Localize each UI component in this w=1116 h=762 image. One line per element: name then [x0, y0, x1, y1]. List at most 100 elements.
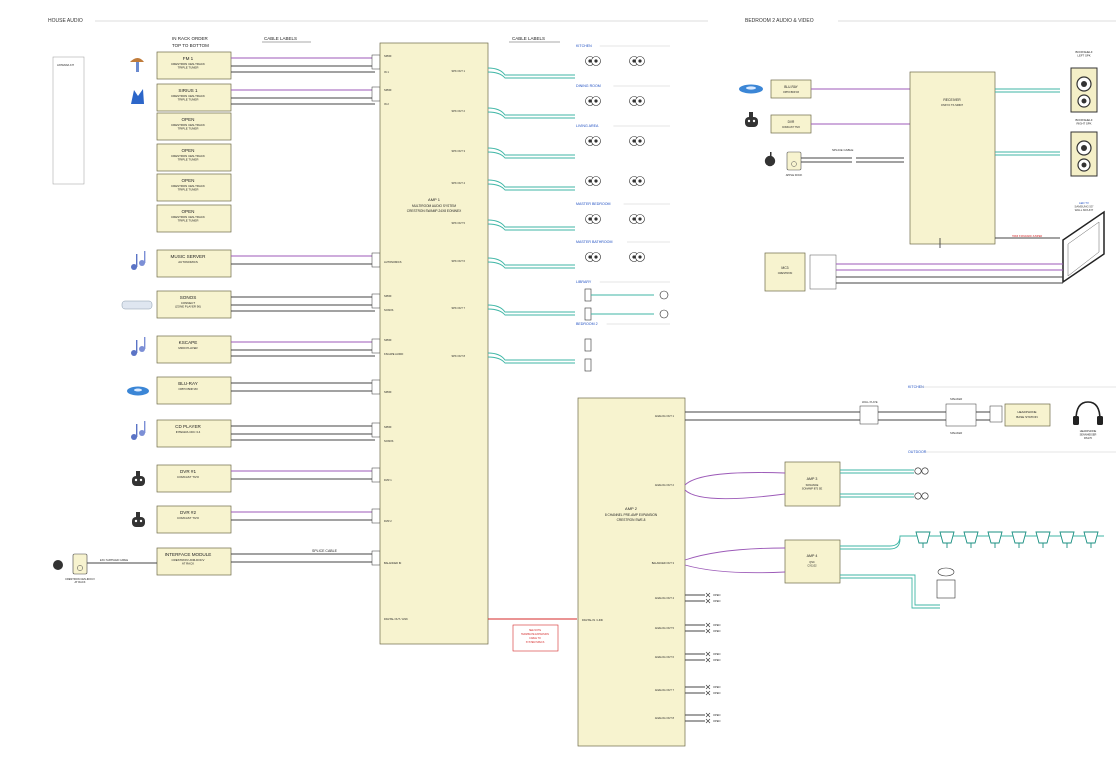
landscape-speaker-icon — [1059, 531, 1075, 548]
amp1-output-label: SPK OUT 3 — [451, 149, 465, 153]
source-open[interactable]: OPENCRESTRON CEN-TRACK TRIPLE TUNER — [156, 143, 232, 172]
open-port-label: OPEN — [713, 599, 720, 603]
source-dvr-1[interactable]: DVR #1COMCAST TIVO — [132, 464, 381, 493]
source-open[interactable]: OPENCRESTRON CEN-TRACK TRIPLE TUNER — [156, 112, 232, 141]
ceiling-speaker-icon — [585, 176, 601, 186]
source-open[interactable]: OPENCRESTRON CEN-TRACK TRIPLE TUNER — [156, 173, 232, 202]
open-port-label: OPEN — [713, 685, 720, 689]
ceiling-speaker-icon — [585, 96, 601, 106]
rack-order-line1: IN RACK ORDER — [172, 36, 209, 41]
amp2-port-label: ANALOG OUT 2 — [655, 483, 675, 487]
open-port-label: OPEN — [713, 713, 720, 717]
amp1-output-label: SPK OUT 5 — [451, 221, 465, 225]
source-subtitle: M300 PLAYER — [178, 346, 197, 350]
amp1-output-label: SPK OUT 2 — [451, 109, 465, 113]
amp2-sub-line2: CRESTRON SWE-8 — [617, 518, 646, 522]
ceiling-speaker-icon — [629, 136, 645, 146]
led-tv-icon — [1062, 210, 1105, 284]
antenna-kit-panel — [52, 56, 85, 185]
mc3-sub: CRESTRON — [778, 271, 793, 275]
open-port-label: OPEN — [713, 623, 720, 627]
ceiling-speaker-icon — [629, 214, 645, 224]
amp2-port-label: ANALOG OUT 7 — [655, 688, 675, 692]
zone-label: LIVING AREA — [576, 124, 599, 128]
ceiling-speaker-icon — [585, 214, 601, 224]
source-dvr-2[interactable]: DVR #2COMCAST TIVO — [132, 505, 381, 534]
antenna-icon — [130, 58, 144, 72]
apple-dock-device[interactable] — [786, 151, 802, 171]
tivo-icon — [745, 112, 758, 127]
source-kscape[interactable]: KSCAPEM300 PLAYER — [131, 335, 381, 364]
open-port-label: OPEN — [713, 652, 720, 656]
source-subtitle: COMCAST TIVO — [177, 516, 200, 520]
zone-label: DINING ROOM — [576, 84, 601, 88]
ceiling-speaker-icon — [629, 96, 645, 106]
speaker-pad-device — [945, 403, 977, 427]
wall-plate-icon — [584, 338, 592, 352]
source-open[interactable]: OPENCRESTRON CEN-TRACK TRIPLE TUNER — [156, 204, 232, 233]
source-title: SIRIUS 1 — [178, 88, 198, 93]
zone-label: MASTER BEDROOM — [576, 202, 611, 206]
amp1-box[interactable] — [379, 42, 489, 645]
bookshelf-right-speaker-icon — [1070, 131, 1098, 177]
cable-labels-header-2: CABLE LABELS — [512, 36, 545, 41]
zone-kitchen: KITCHEN — [487, 44, 670, 79]
source-fm-1[interactable]: FM 1CRESTRON CEN-TRACK TRIPLE TUNER — [130, 51, 381, 80]
amp4-title: AMP 4 — [807, 554, 818, 558]
outdoor-sub-icon — [937, 567, 955, 577]
ipod-dock[interactable]: CRESTRON CEN-IDOCV AT RACK EXC SUPPLIED CA… — [53, 553, 157, 584]
source-stack: FM 1CRESTRON CEN-TRACK TRIPLE TUNER SIRIUS… — [53, 51, 381, 584]
landscape-speaker-icon — [1083, 531, 1099, 548]
source-title: SONOS — [180, 295, 197, 300]
amp2-port-label: ANALOG OUT 5 — [655, 626, 675, 630]
bedroom-bluray-title: BLU-RAY — [784, 85, 798, 89]
zone-master-bathroom: MASTER BATHROOM — [487, 240, 670, 269]
source-sonos[interactable]: SONOSCONNECT (ZONE PLAYER 90) — [121, 290, 381, 319]
bedroom-bluray-box[interactable] — [770, 79, 812, 99]
source-subtitle: INTEGRA CDC 3.4 — [176, 430, 201, 434]
amp1-input-label: SPDIF — [384, 390, 392, 394]
amp1-input-label: KSCAPE AUDIO — [384, 352, 403, 356]
source-interface-module[interactable]: INTERFACE MODULECRESTRON UDM-DOCV AT RACK — [156, 547, 381, 576]
source-sirius-1[interactable]: SIRIUS 1CRESTRON CEN-TRACK TRIPLE TUNER — [131, 83, 381, 112]
zone-label: BEDROOM 2 — [576, 322, 598, 326]
amp1-title: AMP 1 — [428, 197, 441, 202]
music-notes-icon — [131, 421, 146, 440]
antenna-kit-label: ANTENNA KIT — [57, 63, 74, 67]
speaker-icon — [659, 309, 669, 319]
wall-plate-label: WALL PLATE — [862, 400, 878, 404]
landscape-speakers — [915, 531, 1099, 548]
apple-icon — [53, 560, 63, 570]
amp2-title: AMP 2 — [625, 506, 638, 511]
apple-icon — [764, 152, 776, 167]
amp1-input-label: SPDIF — [384, 338, 392, 342]
hp-base-line2: BASE STATION — [1016, 415, 1037, 419]
landscape-speaker-icon — [939, 531, 955, 548]
source-title: DVR #2 — [180, 510, 197, 515]
amp1-output-label: SPK OUT 6 — [451, 259, 465, 263]
amp1-output-label: SPK OUT 4 — [451, 181, 465, 185]
source-music-server[interactable]: MUSIC SERVERAUTONOMICS — [131, 249, 381, 278]
ceiling-speaker-icon — [585, 56, 601, 66]
mc3-io-block — [809, 254, 837, 290]
amp2-link-in: DIGITAL IN / LINK — [582, 618, 603, 622]
source-blu-ray[interactable]: BLU-RAYOPPO BDP-83 — [127, 376, 381, 405]
source-cd-player[interactable]: CD PLAYERINTEGRA CDC 3.4 — [131, 419, 381, 448]
landscape-speaker-icon — [1035, 531, 1051, 548]
hp-base-line1: HEADPHONE — [1017, 410, 1036, 414]
bookshelf-right-label: BOOKSHELF RIGHT SPK — [1075, 118, 1092, 126]
outdoor-label: OUTDOOR — [908, 450, 927, 454]
amp1-sub-line2: CRESTRON SWAMP-24X8 EONINEX — [407, 209, 462, 213]
headphone-label: HEADPHONE SENNHEISER RS170 — [1080, 429, 1097, 440]
speaker-zones: KITCHEN DINING ROOM LIVING AREA MASTER BEDR… — [487, 44, 670, 372]
bedroom-dvr-sub: COMCAST TIVO — [782, 126, 800, 129]
ipod-cable-label: EXC SUPPLIED CABLE — [100, 558, 128, 562]
kitchen-wall-plate — [859, 405, 879, 425]
music-notes-icon — [131, 251, 146, 270]
amp1-output-label: SPK OUT 1 — [451, 69, 465, 73]
source-title: OPEN — [181, 178, 194, 183]
bedroom-dvr-box[interactable] — [770, 114, 812, 134]
amp2-box[interactable] — [577, 397, 686, 747]
bedroom-bluray-sub: OPPO BDP-83 — [783, 91, 800, 94]
amp1-input-label: DVR 2 — [384, 519, 392, 523]
